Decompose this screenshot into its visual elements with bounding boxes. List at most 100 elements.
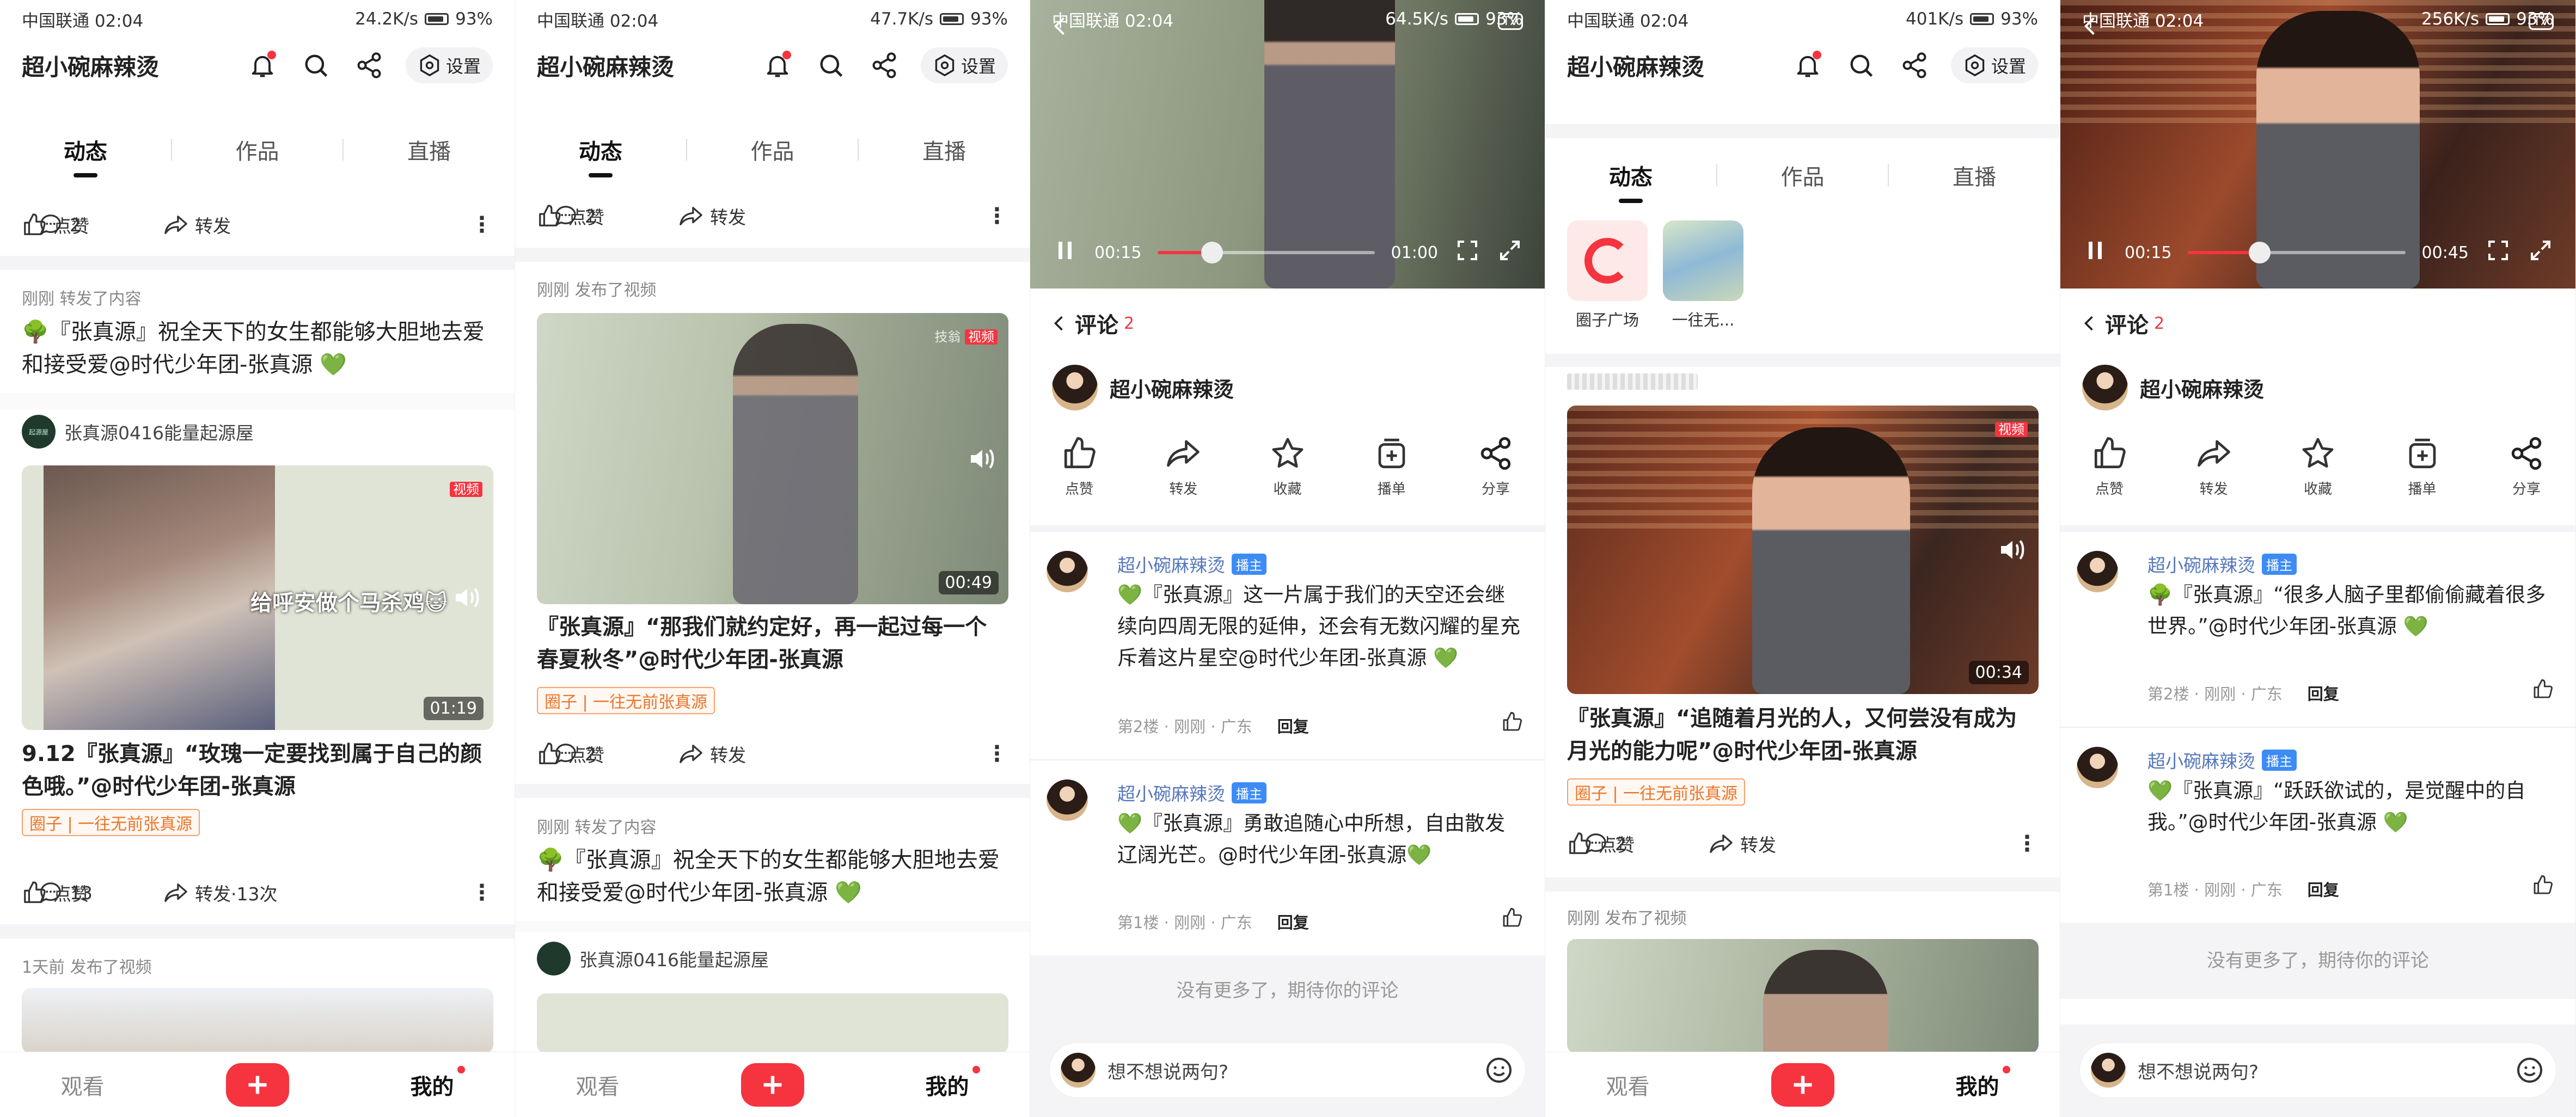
- share-icon[interactable]: [867, 48, 901, 82]
- search-icon[interactable]: [814, 48, 848, 82]
- bell-icon[interactable]: [1791, 48, 1825, 82]
- speaker-icon[interactable]: [1997, 535, 2028, 567]
- tab-dynamics[interactable]: 动态: [0, 134, 171, 177]
- nav-watch[interactable]: 观看: [61, 1069, 105, 1101]
- nav-mine[interactable]: 我的: [926, 1065, 980, 1101]
- share-button[interactable]: 分享: [1463, 435, 1528, 498]
- reply-button[interactable]: 回复: [1277, 714, 1309, 737]
- pause-button[interactable]: [1052, 237, 1078, 268]
- share-icon[interactable]: [1898, 48, 1931, 82]
- more-options-button[interactable]: ⋮: [986, 204, 1008, 229]
- bell-icon[interactable]: [761, 48, 794, 82]
- post-text[interactable]: 『张真源』“那我们就约定好，再一起过每一个春夏秋冬”@时代少年团-张真源: [537, 611, 1008, 676]
- comment-button[interactable]: 2: [553, 204, 689, 229]
- commenter-name[interactable]: 超小碗麻辣烫 播主: [1117, 551, 1266, 577]
- share-button[interactable]: 转发·13次: [163, 880, 471, 906]
- fullscreen-button[interactable]: [1454, 237, 1480, 268]
- circle-item[interactable]: 一往无...: [1663, 220, 1743, 330]
- comment-like-button[interactable]: [2532, 874, 2554, 898]
- tab-live[interactable]: 直播: [859, 134, 1030, 165]
- bell-icon[interactable]: [246, 48, 279, 82]
- playlist-button[interactable]: 播单: [1359, 435, 1424, 498]
- share-button[interactable]: 分享: [2494, 435, 2559, 498]
- post-text[interactable]: 『张真源』“追随着月光的人，又何尝没有成为月光的能力呢”@时代少年团-张真源: [1567, 702, 2038, 768]
- video-thumbnail[interactable]: 视频 给呼安做个马杀鸡😺 01:19: [22, 465, 493, 730]
- reply-button[interactable]: 回复: [1277, 910, 1309, 933]
- video-player[interactable]: 中国联通 02:04 256K/s 93% TV 00:15 00:45: [2060, 0, 2575, 289]
- share-icon[interactable]: [352, 48, 386, 82]
- post-text[interactable]: 9.12『张真源』“玫瑰一定要找到属于自己的颜色哦。”@时代少年团-张真源: [22, 738, 493, 803]
- share-button[interactable]: 转发: [678, 741, 986, 767]
- circle-badge[interactable]: 圈子 | 一往无前张真源: [1567, 778, 1746, 806]
- comment-input[interactable]: 想不想说两句?: [1050, 1043, 1525, 1097]
- comment-input[interactable]: 想不想说两句?: [2080, 1043, 2556, 1097]
- speaker-icon[interactable]: [967, 444, 998, 476]
- nav-watch[interactable]: 观看: [1606, 1069, 1650, 1101]
- share-button[interactable]: 转发: [163, 212, 471, 238]
- tab-works[interactable]: 作品: [1717, 159, 1888, 191]
- tab-dynamics[interactable]: 动态: [1545, 159, 1716, 203]
- post-text[interactable]: 🌳『张真源』祝全天下的女生都能够大胆地去爱和接受爱@时代少年团-张真源 💚: [22, 316, 493, 381]
- create-post-button[interactable]: [1771, 1063, 1834, 1107]
- nav-mine[interactable]: 我的: [411, 1065, 465, 1101]
- comment-like-button[interactable]: [1501, 907, 1523, 931]
- forward-button[interactable]: 转发: [1151, 435, 1216, 498]
- forward-button[interactable]: 转发: [2181, 435, 2247, 498]
- comment-like-button[interactable]: [2532, 678, 2554, 702]
- playlist-button[interactable]: 播单: [2390, 435, 2455, 498]
- circle-square-button[interactable]: 圈子广场: [1567, 220, 1648, 330]
- author-row[interactable]: 超小碗麻辣烫: [2082, 365, 2264, 410]
- reply-button[interactable]: 回复: [2308, 682, 2339, 704]
- source-account[interactable]: 张真源0416能量起源屋: [537, 942, 769, 975]
- back-button[interactable]: [2079, 14, 2103, 40]
- share-button[interactable]: 转发: [1709, 831, 2016, 857]
- avatar[interactable]: [1047, 780, 1088, 821]
- speaker-icon[interactable]: [452, 582, 482, 615]
- settings-button[interactable]: 设置: [1950, 47, 2038, 83]
- nav-watch[interactable]: 观看: [576, 1069, 620, 1101]
- comments-header[interactable]: 评论 2: [1050, 308, 1134, 339]
- more-options-button[interactable]: ⋮: [471, 880, 493, 905]
- expand-button[interactable]: [1497, 237, 1523, 268]
- more-options-button[interactable]: ⋮: [986, 741, 1008, 766]
- progress-knob[interactable]: [2249, 242, 2271, 263]
- comment-like-button[interactable]: [1501, 711, 1523, 735]
- circle-badge[interactable]: 圈子 | 一往无前张真源: [22, 809, 200, 836]
- settings-button[interactable]: 设置: [920, 47, 1008, 83]
- post-text[interactable]: 🌳『张真源』祝全天下的女生都能够大胆地去爱和接受爱@时代少年团-张真源 💚: [537, 844, 1008, 909]
- author-row[interactable]: 超小碗麻辣烫: [1052, 365, 1234, 410]
- video-progress-bar[interactable]: [2188, 242, 2406, 263]
- settings-button[interactable]: 设置: [405, 47, 493, 83]
- search-icon[interactable]: [299, 48, 333, 82]
- video-player[interactable]: 中国联通 02:04 64.5K/s 93% TV 00:15 01:00: [1030, 0, 1545, 289]
- commenter-name[interactable]: 超小碗麻辣烫 播主: [1117, 780, 1266, 806]
- fullscreen-button[interactable]: [2485, 237, 2511, 268]
- more-options-button[interactable]: ⋮: [471, 212, 493, 237]
- like-button[interactable]: 点赞: [1047, 435, 1112, 498]
- commenter-name[interactable]: 超小碗麻辣烫 播主: [2147, 551, 2297, 577]
- video-thumbnail[interactable]: [537, 993, 1008, 1053]
- avatar[interactable]: [1047, 551, 1088, 592]
- comment-button[interactable]: 2: [1583, 831, 1720, 856]
- like-button[interactable]: 点赞: [2077, 435, 2142, 498]
- comment-button[interactable]: 2: [553, 741, 689, 766]
- commenter-name[interactable]: 超小碗麻辣烫 播主: [2147, 747, 2297, 773]
- video-thumbnail[interactable]: [1567, 939, 2039, 1053]
- circle-badge[interactable]: 圈子 | 一往无前张真源: [537, 687, 715, 714]
- video-thumbnail[interactable]: 视频 00:34: [1567, 406, 2039, 694]
- reply-button[interactable]: 回复: [2308, 877, 2339, 900]
- create-post-button[interactable]: [225, 1063, 289, 1107]
- cast-tv-button[interactable]: TV: [1497, 13, 1523, 30]
- nav-mine[interactable]: 我的: [1956, 1065, 2010, 1101]
- source-account[interactable]: 起源屋 张真源0416能量起源屋: [22, 415, 254, 449]
- comment-button[interactable]: 2: [38, 212, 174, 237]
- create-post-button[interactable]: [741, 1063, 804, 1107]
- tab-live[interactable]: 直播: [344, 134, 515, 165]
- pause-button[interactable]: [2082, 237, 2108, 268]
- share-button[interactable]: 转发: [678, 203, 986, 229]
- video-thumbnail[interactable]: [22, 988, 493, 1053]
- tab-live[interactable]: 直播: [1889, 159, 2060, 191]
- emoji-icon[interactable]: [2514, 1055, 2545, 1085]
- avatar[interactable]: [2077, 551, 2118, 592]
- back-button[interactable]: [1049, 14, 1073, 40]
